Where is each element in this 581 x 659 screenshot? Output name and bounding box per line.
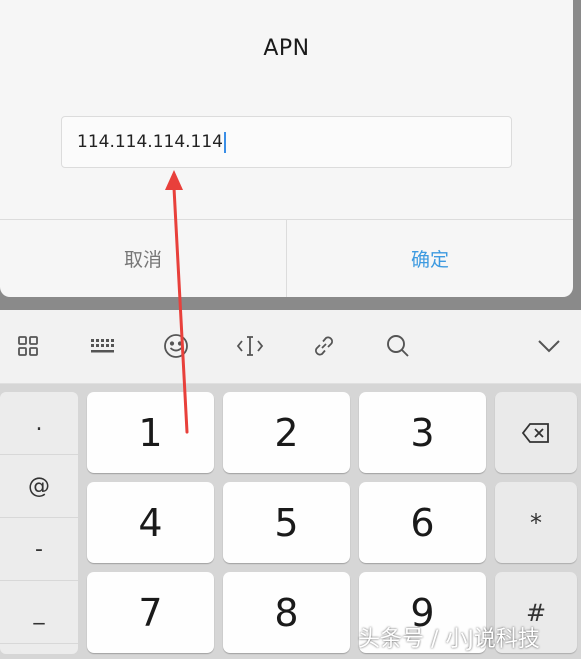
key-3[interactable]: 3 (359, 392, 486, 473)
grid-icon[interactable] (14, 332, 42, 360)
screen: APN 114.114.114.114 取消 确定 . @ - _ 1 2 3 … (0, 0, 581, 659)
cursor-move-icon[interactable] (236, 332, 264, 360)
key-4[interactable]: 4 (87, 482, 214, 563)
dialog-actions: 取消 确定 (0, 219, 573, 297)
key-2[interactable]: 2 (223, 392, 350, 473)
backspace-key[interactable] (495, 392, 577, 473)
key-5[interactable]: 5 (223, 482, 350, 563)
chevron-down-icon[interactable] (535, 332, 563, 360)
apn-input[interactable]: 114.114.114.114 (61, 116, 512, 168)
text-caret (224, 131, 227, 153)
link-icon[interactable] (310, 332, 338, 360)
key-7[interactable]: 7 (87, 572, 214, 653)
apn-dialog: APN 114.114.114.114 取消 确定 (0, 0, 573, 297)
symbol-key-period[interactable]: . (0, 392, 78, 455)
key-1[interactable]: 1 (87, 392, 214, 473)
symbol-key-hyphen[interactable]: - (0, 518, 78, 581)
number-keypad: . @ - _ 1 2 3 4 5 6 7 8 9 * # (0, 384, 581, 659)
backspace-icon (521, 422, 549, 443)
symbol-key-at[interactable]: @ (0, 455, 78, 518)
keyboard-toolbar (0, 310, 581, 384)
apn-input-value: 114.114.114.114 (77, 132, 224, 152)
symbol-key-underscore[interactable]: _ (0, 581, 78, 644)
symbol-column: . @ - _ (0, 392, 78, 654)
asterisk-key[interactable]: * (495, 482, 577, 563)
key-8[interactable]: 8 (223, 572, 350, 653)
search-icon[interactable] (384, 332, 412, 360)
keyboard-icon[interactable] (88, 332, 116, 360)
cancel-button[interactable]: 取消 (0, 220, 287, 297)
confirm-button[interactable]: 确定 (287, 220, 573, 297)
emoji-icon[interactable] (162, 332, 190, 360)
key-6[interactable]: 6 (359, 482, 486, 563)
watermark: 头条号 / 小J说科技 (358, 627, 540, 652)
dialog-title: APN (263, 36, 310, 61)
